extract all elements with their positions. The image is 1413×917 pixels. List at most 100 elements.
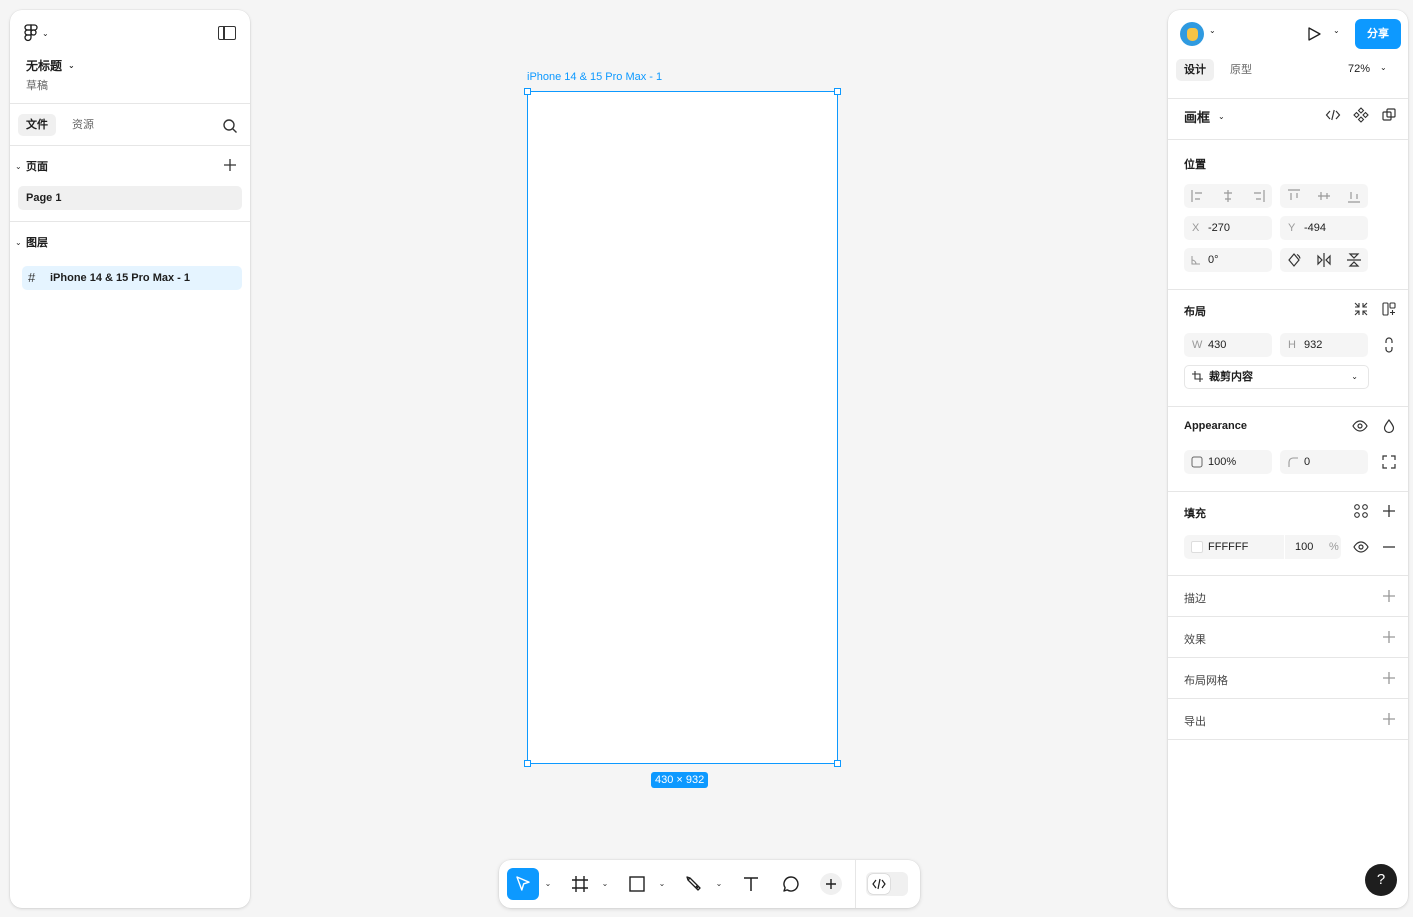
shape-tool[interactable]: [621, 868, 653, 900]
rotation-value: 0°: [1208, 254, 1219, 266]
resize-handle-bottom-right[interactable]: [834, 760, 841, 767]
page-item[interactable]: Page 1: [18, 186, 242, 210]
frame-canvas[interactable]: [524, 88, 841, 767]
tab-assets[interactable]: 资源: [64, 114, 102, 136]
corner-radius-field[interactable]: 0: [1280, 450, 1368, 474]
chevron-down-icon: ⌄: [1380, 63, 1387, 72]
eye-icon[interactable]: [1352, 418, 1368, 434]
layers-section-label: 图层: [26, 237, 48, 249]
text-tool[interactable]: [735, 868, 767, 900]
align-center-vertical-icon[interactable]: [1316, 188, 1332, 204]
tab-file[interactable]: 文件: [18, 114, 56, 136]
chevron-down-icon[interactable]: ⌄: [714, 877, 724, 891]
right-panel: ⌄ ⌄ 分享 设计 原型 72% ⌄ 画框 ⌄ 位置 X -270 Y -494…: [1168, 10, 1408, 908]
avatar[interactable]: [1180, 22, 1204, 46]
opacity-value: 100%: [1208, 456, 1237, 468]
x-field[interactable]: X -270: [1184, 216, 1272, 240]
eye-icon[interactable]: [1353, 539, 1369, 555]
fill-field[interactable]: FFFFFF 100 %: [1184, 535, 1341, 559]
main-menu-button[interactable]: ⌄: [24, 24, 49, 42]
pen-tool[interactable]: [678, 868, 710, 900]
comment-tool[interactable]: [775, 868, 807, 900]
rotation-field[interactable]: 0°: [1184, 248, 1272, 272]
file-title[interactable]: 无标题 ⌄: [26, 57, 75, 74]
transform-group: [1280, 248, 1368, 272]
frame-label[interactable]: iPhone 14 & 15 Pro Max - 1: [527, 71, 662, 83]
layout-grid-title: 布局网格: [1184, 675, 1228, 687]
fill-opacity-value: 100: [1295, 541, 1314, 553]
flip-vertical-icon[interactable]: [1346, 252, 1362, 268]
x-value: -270: [1208, 222, 1231, 234]
plus-circle: [820, 873, 842, 895]
code-icon[interactable]: [1325, 107, 1341, 123]
resize-handle-bottom-left[interactable]: [524, 760, 531, 767]
pages-section-header[interactable]: ⌄ 页面: [10, 156, 250, 176]
align-right-icon[interactable]: [1250, 188, 1266, 204]
add-stroke-icon[interactable]: [1381, 588, 1397, 604]
boolean-icon[interactable]: [1381, 107, 1397, 123]
align-center-horizontal-icon[interactable]: [1220, 188, 1236, 204]
independent-corners-icon[interactable]: [1381, 454, 1397, 470]
horizontal-align-group: [1184, 184, 1272, 208]
remove-fill-icon[interactable]: [1381, 539, 1397, 555]
layers-section-header[interactable]: ⌄ 图层: [10, 232, 250, 252]
sidebar-toggle-icon[interactable]: [218, 26, 236, 40]
resize-to-fit-icon[interactable]: [1353, 301, 1369, 317]
bottom-toolbar: ⌄ ⌄ ⌄ ⌄: [499, 860, 920, 908]
clip-content-select[interactable]: 裁剪内容 ⌄: [1184, 365, 1369, 389]
frame-tool[interactable]: [564, 868, 596, 900]
width-field[interactable]: W 430: [1184, 333, 1272, 357]
chevron-down-icon[interactable]: ⌄: [543, 877, 553, 891]
align-bottom-icon[interactable]: [1346, 188, 1362, 204]
field-divider: [1284, 535, 1285, 559]
auto-layout-icon[interactable]: [1381, 301, 1397, 317]
fill-title: 填充: [1184, 508, 1206, 520]
help-button[interactable]: ?: [1365, 864, 1397, 896]
opacity-field[interactable]: 100%: [1184, 450, 1272, 474]
export-title: 导出: [1184, 716, 1206, 728]
actions-tool[interactable]: [815, 868, 847, 900]
dev-mode-knob: [868, 874, 890, 894]
search-icon[interactable]: [222, 118, 238, 134]
constrain-proportions-icon[interactable]: [1381, 337, 1397, 353]
y-field[interactable]: Y -494: [1280, 216, 1368, 240]
height-field[interactable]: H 932: [1280, 333, 1368, 357]
tab-design[interactable]: 设计: [1176, 59, 1214, 81]
add-page-icon[interactable]: [222, 157, 238, 173]
chevron-down-icon[interactable]: ⌄: [1209, 26, 1216, 35]
component-icon[interactable]: [1353, 107, 1369, 123]
move-tool[interactable]: [507, 868, 539, 900]
tab-prototype[interactable]: 原型: [1222, 59, 1260, 81]
chevron-down-icon: ⌄: [1218, 112, 1225, 121]
divider: [1168, 698, 1408, 699]
layer-item[interactable]: # iPhone 14 & 15 Pro Max - 1: [22, 266, 242, 290]
chevron-down-icon[interactable]: ⌄: [1333, 26, 1340, 35]
blend-mode-icon[interactable]: [1381, 418, 1397, 434]
flip-horizontal-icon[interactable]: [1316, 252, 1332, 268]
share-button[interactable]: 分享: [1355, 19, 1401, 49]
play-icon[interactable]: [1306, 26, 1322, 42]
add-fill-icon[interactable]: [1381, 503, 1397, 519]
rotate-icon[interactable]: [1286, 252, 1302, 268]
chevron-down-icon[interactable]: ⌄: [657, 877, 667, 891]
height-value: 932: [1304, 339, 1323, 351]
resize-handle-top-right[interactable]: [834, 88, 841, 95]
width-value: 430: [1208, 339, 1227, 351]
align-left-icon[interactable]: [1190, 188, 1206, 204]
add-layout-grid-icon[interactable]: [1381, 670, 1397, 686]
add-export-icon[interactable]: [1381, 711, 1397, 727]
layer-label: iPhone 14 & 15 Pro Max - 1: [50, 272, 190, 284]
frame-type-dropdown[interactable]: 画框 ⌄: [1184, 107, 1225, 126]
w-prefix: W: [1192, 339, 1203, 351]
zoom-dropdown[interactable]: 72% ⌄: [1348, 63, 1387, 75]
chevron-down-icon[interactable]: ⌄: [600, 877, 610, 891]
align-top-icon[interactable]: [1286, 188, 1302, 204]
add-effect-icon[interactable]: [1381, 629, 1397, 645]
styles-icon[interactable]: [1353, 503, 1369, 519]
crop-icon: [1192, 371, 1203, 382]
fill-swatch[interactable]: [1191, 541, 1203, 553]
vertical-align-group: [1280, 184, 1368, 208]
resize-handle-top-left[interactable]: [524, 88, 531, 95]
divider: [10, 221, 250, 222]
dev-mode-toggle[interactable]: [866, 872, 908, 896]
